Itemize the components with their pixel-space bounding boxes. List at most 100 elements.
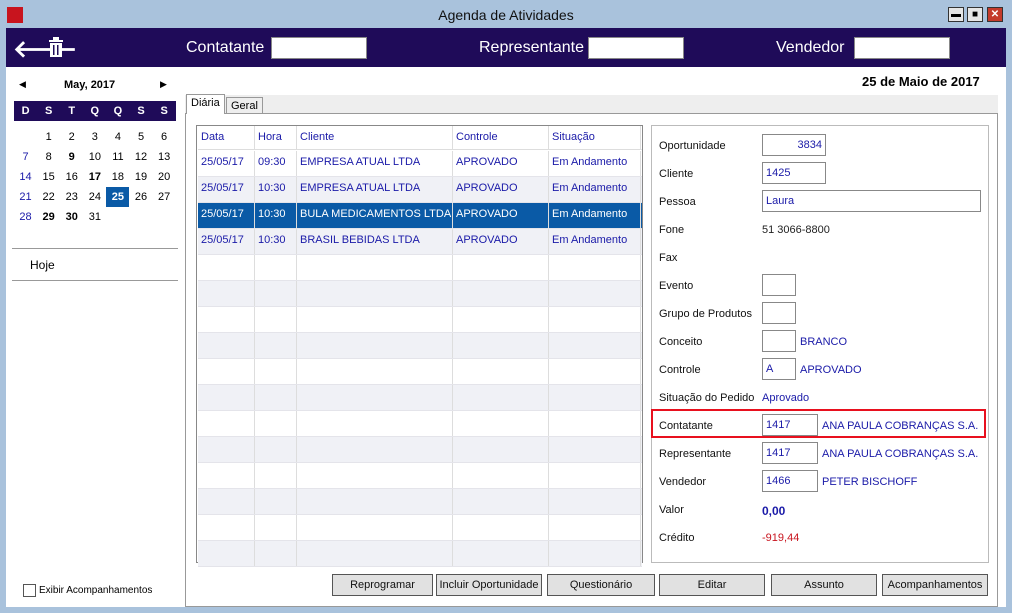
table-cell bbox=[297, 463, 453, 488]
table-row[interactable]: 25/05/17 10:30 EMPRESA ATUAL LTDA APROVADO E… bbox=[198, 177, 642, 203]
detail-input-evento[interactable] bbox=[762, 274, 796, 296]
table-row[interactable] bbox=[198, 385, 642, 411]
calendar-day[interactable]: 4 bbox=[106, 127, 129, 147]
detail-input-pessoa[interactable]: Laura bbox=[762, 190, 981, 212]
calendar-day[interactable]: 2 bbox=[60, 127, 83, 147]
trash-icon[interactable] bbox=[48, 36, 64, 58]
calendar-day[interactable]: 13 bbox=[153, 147, 176, 167]
calendar-day[interactable]: 18 bbox=[106, 167, 129, 187]
contatante-input[interactable] bbox=[271, 37, 367, 59]
calendar-day[interactable]: 24 bbox=[83, 187, 106, 207]
detail-description: BRANCO bbox=[800, 336, 848, 348]
assunto-button[interactable]: Assunto bbox=[771, 574, 877, 596]
calendar-day[interactable]: 3 bbox=[83, 127, 106, 147]
calendar-day[interactable]: 16 bbox=[60, 167, 83, 187]
table-row[interactable] bbox=[198, 437, 642, 463]
calendar-day[interactable]: 5 bbox=[129, 127, 152, 147]
calendar-day[interactable]: 17 bbox=[83, 167, 106, 187]
detail-input-vendedor[interactable]: 1466 bbox=[762, 470, 818, 492]
minimize-button[interactable]: ▬ bbox=[948, 7, 964, 22]
reprogramar-button[interactable]: Reprogramar bbox=[332, 574, 433, 596]
calendar-day[interactable]: 30 bbox=[60, 207, 83, 227]
maximize-button[interactable]: ■ bbox=[967, 7, 983, 22]
tab-geral[interactable]: Geral bbox=[226, 97, 263, 114]
today-link[interactable]: Hoje bbox=[30, 258, 55, 272]
calendar-day[interactable]: 10 bbox=[83, 147, 106, 167]
tab-diaria[interactable]: Diária bbox=[186, 94, 225, 114]
close-button[interactable]: ✕ bbox=[987, 7, 1003, 22]
table-row[interactable] bbox=[198, 255, 642, 281]
calendar-day[interactable]: 25 bbox=[106, 187, 130, 207]
table-cell bbox=[255, 359, 297, 384]
table-row[interactable] bbox=[198, 515, 642, 541]
detail-input-conceito[interactable] bbox=[762, 330, 796, 352]
calendar-day[interactable]: 26 bbox=[129, 187, 152, 207]
column-header[interactable]: Hora bbox=[255, 126, 297, 150]
calendar-day[interactable]: 29 bbox=[37, 207, 60, 227]
next-month-button[interactable]: ▶ bbox=[160, 79, 167, 90]
table-row[interactable] bbox=[198, 333, 642, 359]
calendar-day[interactable]: 28 bbox=[14, 207, 37, 227]
table-cell: Em Andamento bbox=[549, 177, 641, 202]
detail-input-contatante[interactable]: 1417 bbox=[762, 414, 818, 436]
calendar-day[interactable]: 1 bbox=[37, 127, 60, 147]
detail-input-grupo-de-produtos[interactable] bbox=[762, 302, 796, 324]
table-row[interactable]: 25/05/17 10:30 BRASIL BEBIDAS LTDA APROVADO… bbox=[198, 229, 642, 255]
incluir-oportunidade-button[interactable]: Incluir Oportunidade bbox=[436, 574, 542, 596]
detail-input-cliente[interactable]: 1425 bbox=[762, 162, 826, 184]
table-row[interactable]: 25/05/17 10:30 BULA MEDICAMENTOS LTDA APROV… bbox=[198, 203, 642, 229]
table-row[interactable]: 25/05/17 09:30 EMPRESA ATUAL LTDA APROVADO E… bbox=[198, 151, 642, 177]
table-row[interactable] bbox=[198, 307, 642, 333]
table-cell bbox=[255, 437, 297, 462]
table-cell bbox=[255, 307, 297, 332]
table-cell bbox=[549, 541, 641, 566]
table-header: Data Hora Cliente Controle Situação bbox=[198, 126, 642, 150]
detail-input-oportunidade[interactable]: 3834 bbox=[762, 134, 826, 156]
table-row[interactable] bbox=[198, 541, 642, 567]
editar-button[interactable]: Editar bbox=[659, 574, 765, 596]
calendar-day[interactable]: 8 bbox=[37, 147, 60, 167]
calendar-day[interactable]: 7 bbox=[14, 147, 37, 167]
question-rio-button[interactable]: Questionário bbox=[547, 574, 655, 596]
calendar-day[interactable]: 23 bbox=[60, 187, 83, 207]
detail-input-controle[interactable]: A bbox=[762, 358, 796, 380]
calendar-day[interactable]: 19 bbox=[129, 167, 152, 187]
calendar-day[interactable]: 15 bbox=[37, 167, 60, 187]
table-row[interactable] bbox=[198, 411, 642, 437]
table-cell: APROVADO bbox=[453, 229, 549, 254]
calendar-month: May, 2017 bbox=[64, 79, 116, 91]
detail-input-representante[interactable]: 1417 bbox=[762, 442, 818, 464]
table-cell bbox=[198, 255, 255, 280]
calendar-day[interactable]: 12 bbox=[129, 147, 152, 167]
calendar-day[interactable]: 21 bbox=[14, 187, 37, 207]
calendar-day[interactable]: 9 bbox=[60, 147, 83, 167]
tab-strip bbox=[185, 95, 998, 113]
back-arrow-icon[interactable]: 🡐 bbox=[13, 34, 77, 64]
calendar-day[interactable]: 20 bbox=[153, 167, 176, 187]
table-row[interactable] bbox=[198, 463, 642, 489]
show-followups-checkbox[interactable] bbox=[23, 584, 36, 597]
detail-label: Cliente bbox=[659, 168, 694, 180]
calendar-day[interactable]: 6 bbox=[153, 127, 176, 147]
table-cell: 25/05/17 bbox=[198, 229, 255, 254]
prev-month-button[interactable]: ◀ bbox=[19, 79, 26, 90]
column-header[interactable]: Controle bbox=[453, 126, 549, 150]
column-header[interactable]: Cliente bbox=[297, 126, 453, 150]
column-header[interactable]: Situação bbox=[549, 126, 641, 150]
detail-label: Crédito bbox=[659, 532, 695, 544]
calendar-day[interactable]: 22 bbox=[37, 187, 60, 207]
calendar-day[interactable]: 27 bbox=[153, 187, 176, 207]
calendar-day[interactable]: 11 bbox=[106, 147, 129, 167]
table-cell bbox=[453, 385, 549, 410]
vendedor-input[interactable] bbox=[854, 37, 950, 59]
acompanhamentos-button[interactable]: Acompanhamentos bbox=[882, 574, 988, 596]
column-header[interactable]: Data bbox=[198, 126, 255, 150]
table-row[interactable] bbox=[198, 489, 642, 515]
detail-description: ANA PAULA COBRANÇAS S.A. bbox=[822, 448, 979, 460]
table-row[interactable] bbox=[198, 281, 642, 307]
calendar-day[interactable]: 31 bbox=[83, 207, 106, 227]
calendar-day[interactable]: 14 bbox=[14, 167, 37, 187]
table-row[interactable] bbox=[198, 359, 642, 385]
table-cell: 25/05/17 bbox=[198, 151, 255, 176]
representante-input[interactable] bbox=[588, 37, 684, 59]
